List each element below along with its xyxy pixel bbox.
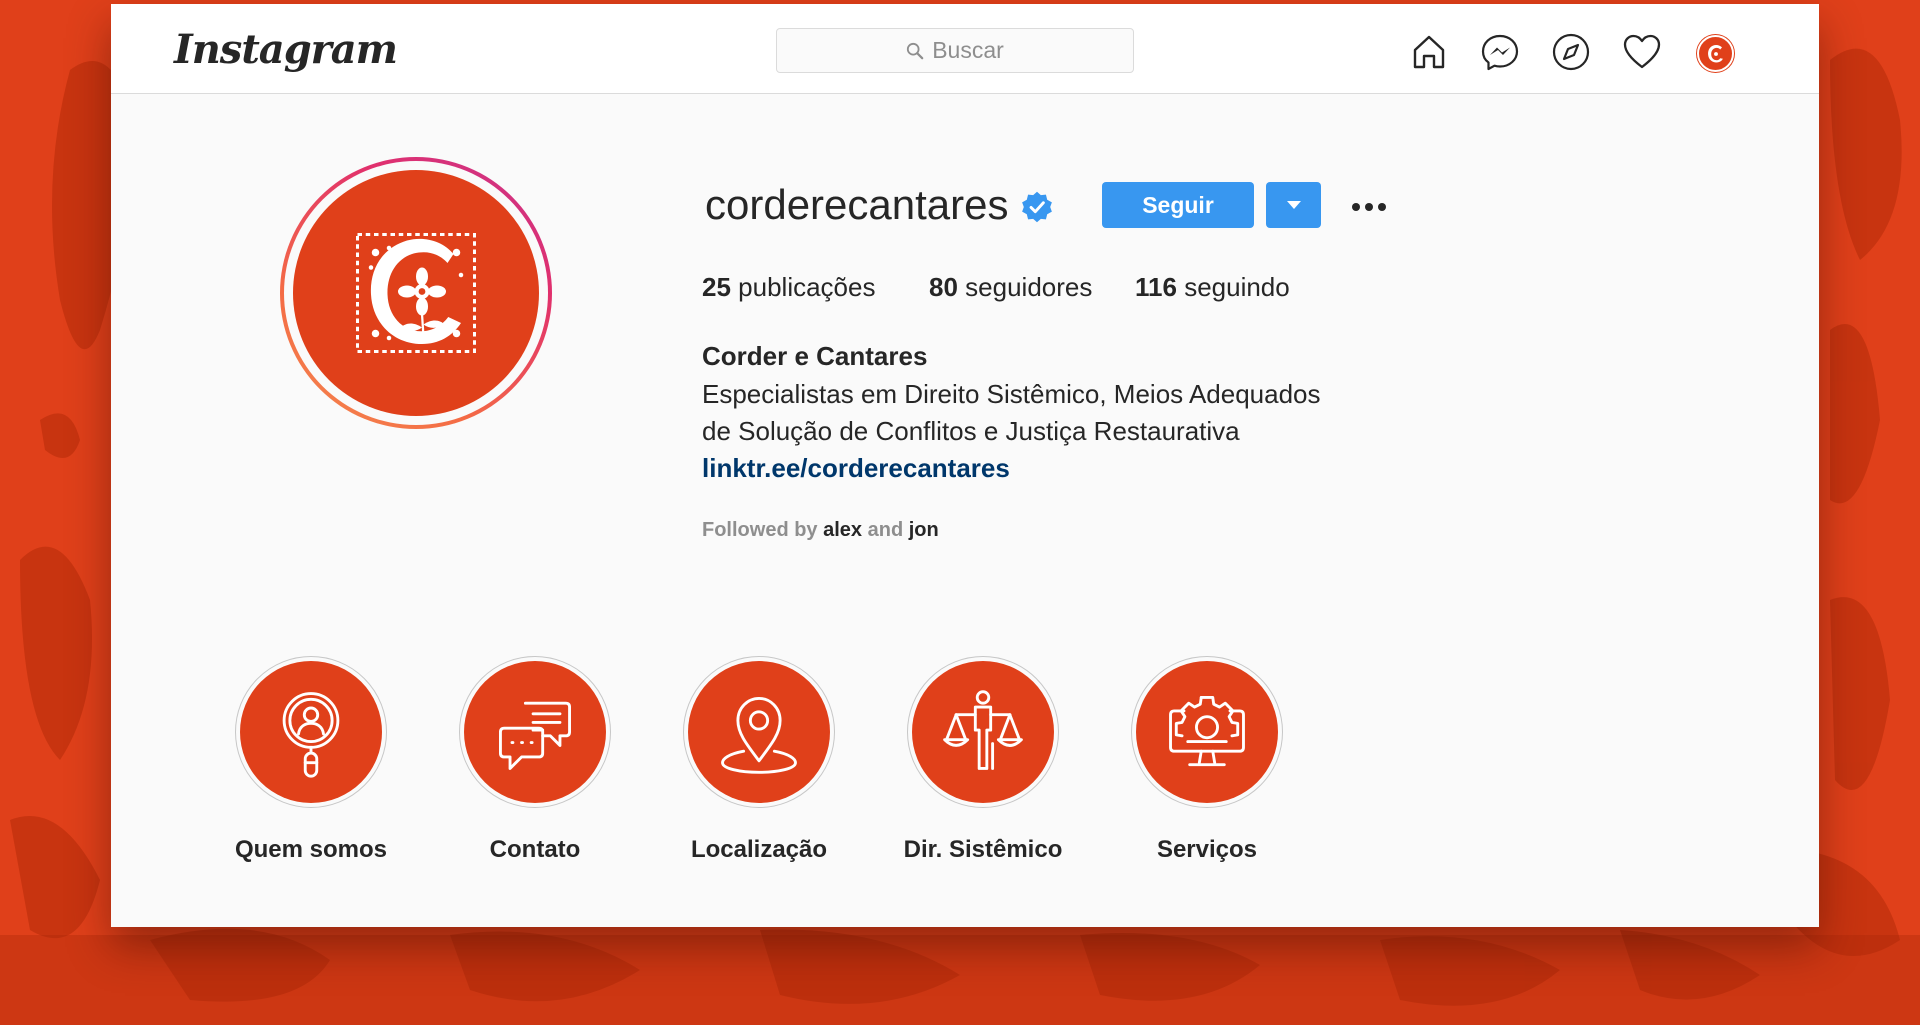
profile-display-name: Corder e Cantares: [702, 341, 928, 371]
highlight-label: Dir. Sistêmico: [903, 836, 1063, 863]
caret-down-icon: [1286, 201, 1301, 209]
bio-link[interactable]: linktr.ee/corderecantares: [702, 453, 1010, 484]
location-pin-icon: [721, 696, 797, 774]
chat-icon: [499, 701, 571, 770]
following-count[interactable]: 116 seguindo: [1135, 272, 1290, 303]
top-navigation-bar: Instagram Buscar: [111, 4, 1819, 94]
posts-count-label: publicações: [738, 272, 876, 302]
followers-count-label: seguidores: [965, 272, 1093, 302]
bio-line: Especialistas em Direito Sistêmico, Meio…: [702, 379, 1321, 409]
highlight-label: Contato: [489, 836, 581, 863]
followed-by-user: alex: [823, 519, 863, 541]
more-options-button[interactable]: [1345, 192, 1393, 222]
highlight-label: Localização: [690, 836, 828, 863]
following-count-value: 116: [1135, 272, 1177, 302]
posts-count-value: 25: [702, 272, 731, 302]
following-count-label: seguindo: [1184, 272, 1290, 302]
followed-by-prefix: Followed by: [702, 519, 818, 541]
followers-count-value: 80: [929, 272, 958, 302]
search-person-icon: [282, 692, 340, 778]
highlight-servicos[interactable]: Serviços: [1107, 656, 1307, 864]
follow-button[interactable]: Seguir: [1102, 182, 1254, 228]
profile-avatar[interactable]: [1697, 35, 1734, 72]
scales-justice-icon: [943, 690, 1023, 770]
suggested-accounts-button[interactable]: [1266, 182, 1321, 228]
followed-by-user: jon: [908, 519, 939, 541]
followers-count[interactable]: 80 seguidores: [929, 272, 1092, 303]
highlight-contato[interactable]: Contato: [435, 656, 635, 864]
profile-username: corderecantares: [705, 181, 1009, 228]
posts-count: 25 publicações: [702, 272, 875, 303]
highlight-quem-somos[interactable]: Quem somos: [211, 656, 411, 864]
search-placeholder: Buscar: [932, 37, 1004, 63]
dot-icon: [1378, 203, 1386, 211]
instagram-window: Instagram Buscar corderecantares Seguir …: [111, 4, 1819, 927]
instagram-logo[interactable]: Instagram: [174, 26, 398, 73]
profile-picture[interactable]: [280, 157, 552, 429]
verified-badge-icon: [1022, 191, 1052, 223]
search-input[interactable]: Buscar: [776, 28, 1134, 73]
dot-icon: [1365, 203, 1373, 211]
brand-c-logo-icon: [1707, 44, 1723, 62]
highlight-localizacao[interactable]: Localização: [659, 656, 859, 864]
activity-heart-icon[interactable]: [1622, 32, 1662, 72]
search-icon: [907, 42, 924, 59]
highlight-label: Quem somos: [234, 836, 388, 863]
explore-icon[interactable]: [1551, 32, 1591, 72]
dot-icon: [1352, 203, 1360, 211]
followed-by-conjunction: and: [867, 519, 904, 541]
bio-line: de Solução de Conflitos e Justiça Restau…: [702, 416, 1240, 446]
followed-by[interactable]: Followed by alex and jon: [702, 519, 939, 542]
home-icon[interactable]: [1409, 32, 1449, 72]
highlight-label: Serviços: [1156, 836, 1258, 863]
gear-monitor-icon: [1169, 696, 1245, 767]
messenger-icon[interactable]: [1480, 32, 1520, 72]
highlight-dir-sistemico[interactable]: Dir. Sistêmico: [883, 656, 1083, 864]
brand-c-logo-icon: [356, 233, 476, 353]
